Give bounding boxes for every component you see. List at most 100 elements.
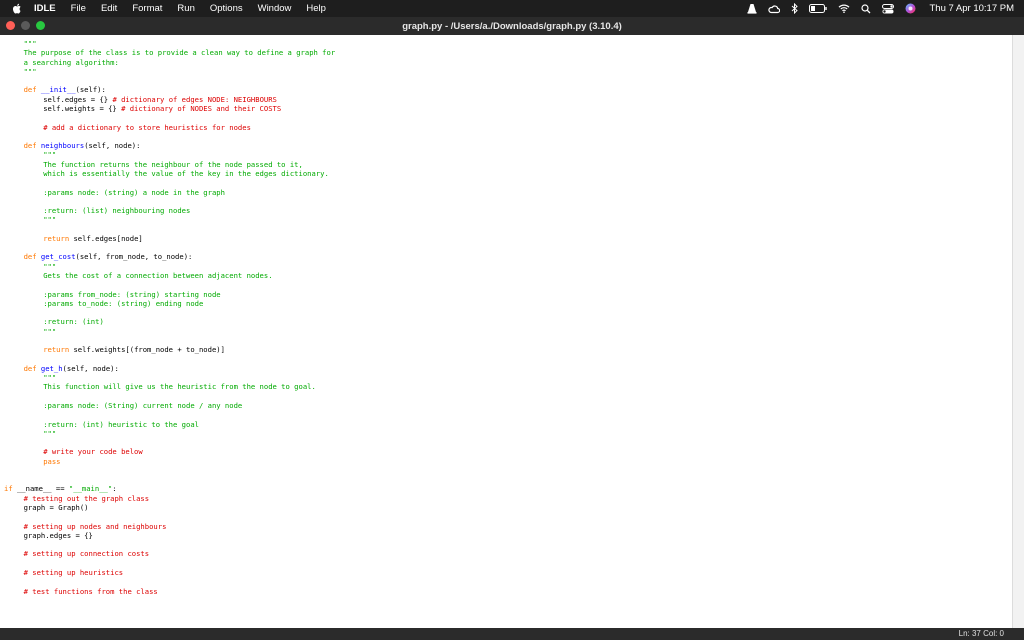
code-token: __init__ bbox=[40, 85, 76, 95]
code-token: : bbox=[112, 484, 117, 494]
code-token: # add a dictionary to store heuristics f… bbox=[43, 122, 251, 132]
code-line[interactable]: self.weights = {} # dictionary of NODES … bbox=[43, 104, 281, 114]
search-icon[interactable] bbox=[860, 3, 871, 14]
code-token: This function will give us the heuristic… bbox=[43, 382, 316, 392]
menu-edit[interactable]: Edit bbox=[101, 3, 117, 14]
vlc-icon[interactable] bbox=[747, 3, 757, 14]
status-area: Thu 7 Apr 10:17 PM bbox=[736, 0, 1015, 17]
code-line[interactable]: :params node: (string) a node in the gra… bbox=[43, 188, 225, 198]
battery-icon[interactable] bbox=[808, 4, 827, 13]
code-token: # setting up heuristics bbox=[23, 568, 124, 577]
code-token: def bbox=[23, 363, 41, 373]
code-editor[interactable]: """ The purpose of the class is to provid… bbox=[0, 35, 1012, 628]
code-token: :return: (list) neighbouring nodes bbox=[43, 206, 191, 215]
code-token: (self, node): bbox=[84, 141, 141, 151]
code-line[interactable]: def get_h(self, node): bbox=[24, 364, 119, 374]
code-token: """ bbox=[43, 261, 57, 271]
code-token: :params node: (String) current node / an… bbox=[43, 400, 243, 410]
menu-bar: IDLE File Edit Format Run Options Window… bbox=[0, 0, 1024, 17]
code-token: def bbox=[23, 141, 41, 151]
code-token: "__main__" bbox=[68, 484, 113, 494]
code-line[interactable]: Gets the cost of a connection between ad… bbox=[43, 271, 272, 281]
code-line[interactable]: return self.edges[node] bbox=[43, 234, 143, 244]
code-token: # setting up connection costs bbox=[23, 549, 150, 559]
menu-run[interactable]: Run bbox=[177, 3, 194, 14]
code-line[interactable]: """ bbox=[43, 215, 56, 225]
window-title: graph.py - /Users/a./Downloads/graph.py … bbox=[402, 21, 622, 32]
vertical-scrollbar[interactable] bbox=[1012, 35, 1024, 628]
menu-file[interactable]: File bbox=[71, 3, 86, 14]
code-token: def bbox=[23, 85, 41, 95]
code-token: which is essentially the value of the ke… bbox=[43, 168, 329, 178]
code-line[interactable]: def neighbours(self, node): bbox=[24, 141, 141, 151]
code-line[interactable]: pass bbox=[43, 457, 60, 467]
code-line[interactable]: :return: (list) neighbouring nodes bbox=[43, 206, 190, 216]
code-line[interactable]: This function will give us the heuristic… bbox=[43, 382, 316, 392]
code-token: if bbox=[4, 484, 17, 494]
code-token: """ bbox=[43, 326, 57, 336]
code-token: self.edges[node] bbox=[73, 233, 143, 243]
code-line[interactable]: a searching algorithm: bbox=[24, 58, 119, 68]
code-token: def bbox=[23, 252, 41, 262]
code-line[interactable]: # setting up heuristics bbox=[24, 568, 124, 578]
code-token: # test functions from the class bbox=[23, 586, 158, 596]
code-token: graph.edges = {} bbox=[23, 530, 93, 540]
code-token: """ bbox=[43, 150, 57, 160]
siri-icon[interactable] bbox=[905, 3, 916, 14]
code-token: self.edges = {} bbox=[43, 94, 113, 104]
code-token: (self, node): bbox=[62, 363, 119, 373]
code-token: The purpose of the class is to provide a… bbox=[23, 48, 336, 58]
code-line[interactable]: # setting up connection costs bbox=[24, 549, 150, 559]
menubar-clock[interactable]: Thu 7 Apr 10:17 PM bbox=[930, 3, 1015, 14]
code-token: Gets the cost of a connection between ad… bbox=[43, 271, 273, 280]
code-token: return bbox=[43, 233, 74, 243]
code-line[interactable]: # test functions from the class bbox=[24, 587, 158, 597]
cursor-position: Ln: 37 Col: 0 bbox=[958, 629, 1004, 638]
creative-cloud-icon[interactable] bbox=[767, 4, 780, 14]
menu-format[interactable]: Format bbox=[132, 3, 162, 14]
code-line[interactable]: """ bbox=[24, 67, 37, 77]
code-token: (self): bbox=[75, 85, 106, 95]
code-token: """ bbox=[23, 66, 37, 76]
code-token: __name__ == bbox=[16, 484, 69, 494]
control-center-icon[interactable] bbox=[881, 3, 894, 14]
code-token: (self, from_node, to_node): bbox=[75, 252, 193, 262]
code-line[interactable]: return self.weights[(from_node + to_node… bbox=[43, 345, 225, 355]
code-token: :return: (int) bbox=[43, 317, 104, 327]
menu-window[interactable]: Window bbox=[258, 3, 292, 14]
code-token: # testing out the graph class bbox=[23, 493, 150, 503]
menu-options[interactable]: Options bbox=[210, 3, 243, 14]
code-token: pass bbox=[43, 456, 61, 466]
code-token: self.weights = {} bbox=[43, 104, 122, 113]
code-token: # dictionary of edges NODE: NEIGHBOURS bbox=[112, 94, 277, 104]
window-title-bar[interactable]: graph.py - /Users/a./Downloads/graph.py … bbox=[0, 17, 1024, 35]
bluetooth-icon[interactable] bbox=[791, 3, 798, 14]
wifi-icon[interactable] bbox=[838, 4, 850, 13]
code-token: return bbox=[43, 345, 74, 355]
code-token: get_cost bbox=[40, 252, 76, 262]
menu-app-idle[interactable]: IDLE bbox=[34, 3, 56, 14]
code-token: # dictionary of NODES and their COSTS bbox=[121, 104, 282, 113]
code-line[interactable]: """ bbox=[43, 429, 56, 439]
code-line[interactable]: which is essentially the value of the ke… bbox=[43, 169, 329, 179]
code-token: :params to_node: (string) ending node bbox=[43, 298, 204, 308]
apple-icon[interactable] bbox=[12, 3, 22, 14]
code-token: :params from_node: (string) starting nod… bbox=[43, 289, 221, 299]
code-line[interactable]: # add a dictionary to store heuristics f… bbox=[43, 123, 251, 133]
code-token: :params node: (string) a node in the gra… bbox=[43, 187, 225, 197]
status-bar: Ln: 37 Col: 0 bbox=[0, 628, 1024, 640]
code-line[interactable]: graph.edges = {} bbox=[24, 531, 93, 541]
code-token: """ bbox=[43, 373, 57, 383]
code-token: # write your code below bbox=[43, 447, 143, 457]
code-token: The function returns the neighbour of th… bbox=[43, 159, 303, 169]
menu-help[interactable]: Help bbox=[306, 3, 326, 14]
code-line[interactable]: :params to_node: (string) ending node bbox=[43, 299, 203, 309]
code-line[interactable]: graph = Graph() bbox=[24, 503, 89, 513]
code-line[interactable]: :return: (int) heuristic to the goal bbox=[43, 420, 199, 430]
code-token: :return: (int) heuristic to the goal bbox=[43, 419, 199, 429]
code-token: self.weights[(from_node + to_node)] bbox=[73, 345, 225, 355]
code-token: neighbours bbox=[40, 141, 85, 151]
code-line[interactable]: """ bbox=[43, 327, 56, 337]
code-token: """ bbox=[43, 428, 57, 438]
code-line[interactable]: :params node: (String) current node / an… bbox=[43, 401, 242, 411]
